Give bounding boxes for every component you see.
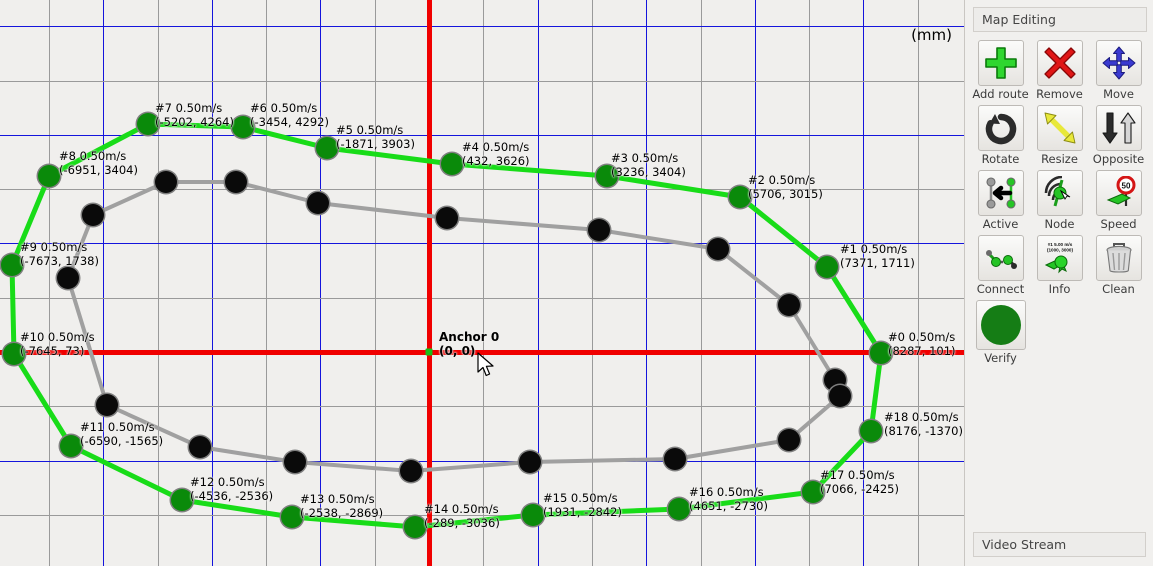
recorded-node[interactable] (307, 192, 329, 214)
tool-speed[interactable]: 50 Speed (1089, 170, 1148, 231)
recorded-node[interactable] (400, 460, 422, 482)
tool-label: Active (982, 217, 1019, 231)
info-node-icon[interactable]: #1 5.00 m/s (1000, 3000) (1036, 235, 1083, 281)
waypoint-node-3[interactable] (596, 165, 618, 187)
waypoint-node-4[interactable] (441, 153, 463, 175)
tool-label: Speed (1100, 217, 1137, 231)
map-paths (9, 121, 884, 530)
recorded-node[interactable] (778, 429, 800, 451)
waypoint-node-0[interactable] (870, 342, 892, 364)
recorded-node[interactable] (664, 448, 686, 470)
waypoint-node-8[interactable] (38, 165, 60, 187)
up-down-arrows-icon[interactable] (1095, 105, 1142, 151)
map-editing-header: Map Editing (973, 7, 1147, 32)
tool-label: Opposite (1092, 152, 1145, 166)
waypoint-node-9[interactable] (1, 254, 23, 276)
recorded-node[interactable] (519, 451, 541, 473)
tool-clean[interactable]: Clean (1089, 235, 1148, 296)
tool-resize[interactable]: Resize (1030, 105, 1089, 166)
recorded-node[interactable] (829, 385, 851, 407)
waypoint-node-1[interactable] (816, 256, 838, 278)
recorded-node[interactable] (588, 219, 610, 241)
recorded-node[interactable] (189, 436, 211, 458)
tool-add-route[interactable]: Add route (971, 40, 1030, 101)
cross-icon[interactable] (1036, 40, 1083, 86)
waypoint-node-18[interactable] (860, 420, 882, 442)
recorded-node[interactable] (284, 451, 306, 473)
recorded-node[interactable] (778, 294, 800, 316)
svg-text:50: 50 (1121, 182, 1130, 191)
recorded-node[interactable] (155, 171, 177, 193)
recorded-node[interactable] (707, 238, 729, 260)
waypoint-node-10[interactable] (3, 343, 25, 365)
waypoint-node-13[interactable] (281, 506, 303, 528)
tool-label: Connect (976, 282, 1025, 296)
svg-text:(1000, 3000): (1000, 3000) (1046, 248, 1073, 253)
recorded-node[interactable] (82, 204, 104, 226)
tool-label: Remove (1036, 87, 1083, 101)
tool-move[interactable]: Move (1089, 40, 1148, 101)
unit-label: (mm) (911, 26, 952, 44)
tool-opposite[interactable]: Opposite (1089, 105, 1148, 166)
tool-info[interactable]: #1 5.00 m/s (1000, 3000) Info (1030, 235, 1089, 296)
recorded-path-lower (66, 276, 842, 473)
waypoint-node-5[interactable] (316, 137, 338, 159)
waypoint-node-2[interactable] (729, 186, 751, 208)
tool-rotate[interactable]: Rotate (971, 105, 1030, 166)
tool-palette: Add route Remove Move Rotate Resize Opposite A… (971, 40, 1149, 369)
tool-label: Clean (1102, 282, 1135, 296)
recorded-node[interactable] (96, 394, 118, 416)
recorded-node[interactable] (225, 171, 247, 193)
waypoint-node-16[interactable] (668, 498, 690, 520)
right-panel: Map Editing Add route Remove Move Rotate Res… (964, 0, 1153, 566)
tool-label: Move (1103, 87, 1134, 101)
tool-label: Verify (984, 351, 1017, 365)
recorded-node[interactable] (57, 267, 79, 289)
tool-label: Info (1048, 282, 1071, 296)
svg-text:#1 5.00 m/s: #1 5.00 m/s (1047, 242, 1072, 247)
waypoint-node-11[interactable] (60, 435, 82, 457)
rotate-arrow-icon[interactable] (977, 105, 1024, 151)
tool-verify[interactable]: Verify (971, 300, 1030, 365)
tool-label: Resize (1041, 152, 1078, 166)
waypoint-node-17[interactable] (802, 481, 824, 503)
connect-nodes-icon[interactable] (977, 235, 1024, 281)
video-stream-header[interactable]: Video Stream (973, 532, 1146, 557)
tool-label: Rotate (981, 152, 1020, 166)
trash-icon[interactable] (1095, 235, 1142, 281)
map-canvas[interactable]: #0 0.50m/s (8287, 101) #1 0.50m/s (7371, 17… (0, 0, 964, 566)
plus-icon[interactable] (977, 40, 1024, 86)
tool-active[interactable]: Active (971, 170, 1030, 231)
waypoint-node-14[interactable] (404, 516, 426, 538)
tool-remove[interactable]: Remove (1030, 40, 1089, 101)
green-circle-icon[interactable] (975, 300, 1026, 350)
waypoint-node-15[interactable] (522, 504, 544, 526)
anchor-node[interactable] (425, 348, 433, 356)
waypoint-node-7[interactable] (137, 113, 159, 135)
tool-label: Node (1044, 217, 1075, 231)
recorded-node[interactable] (436, 207, 458, 229)
tool-connect[interactable]: Connect (971, 235, 1030, 296)
diagonal-arrow-icon[interactable] (1036, 105, 1083, 151)
speed-limit-icon[interactable]: 50 (1095, 170, 1142, 216)
active-nodes-icon[interactable] (977, 170, 1024, 216)
waypoint-node-6[interactable] (232, 116, 254, 138)
tool-node[interactable]: Node (1030, 170, 1089, 231)
tool-label: Add route (972, 87, 1029, 101)
waypoint-node-12[interactable] (171, 489, 193, 511)
node-radar-icon[interactable] (1036, 170, 1083, 216)
four-arrows-icon[interactable] (1095, 40, 1142, 86)
application-window: #0 0.50m/s (8287, 101) #1 0.50m/s (7371, 17… (0, 0, 1153, 566)
